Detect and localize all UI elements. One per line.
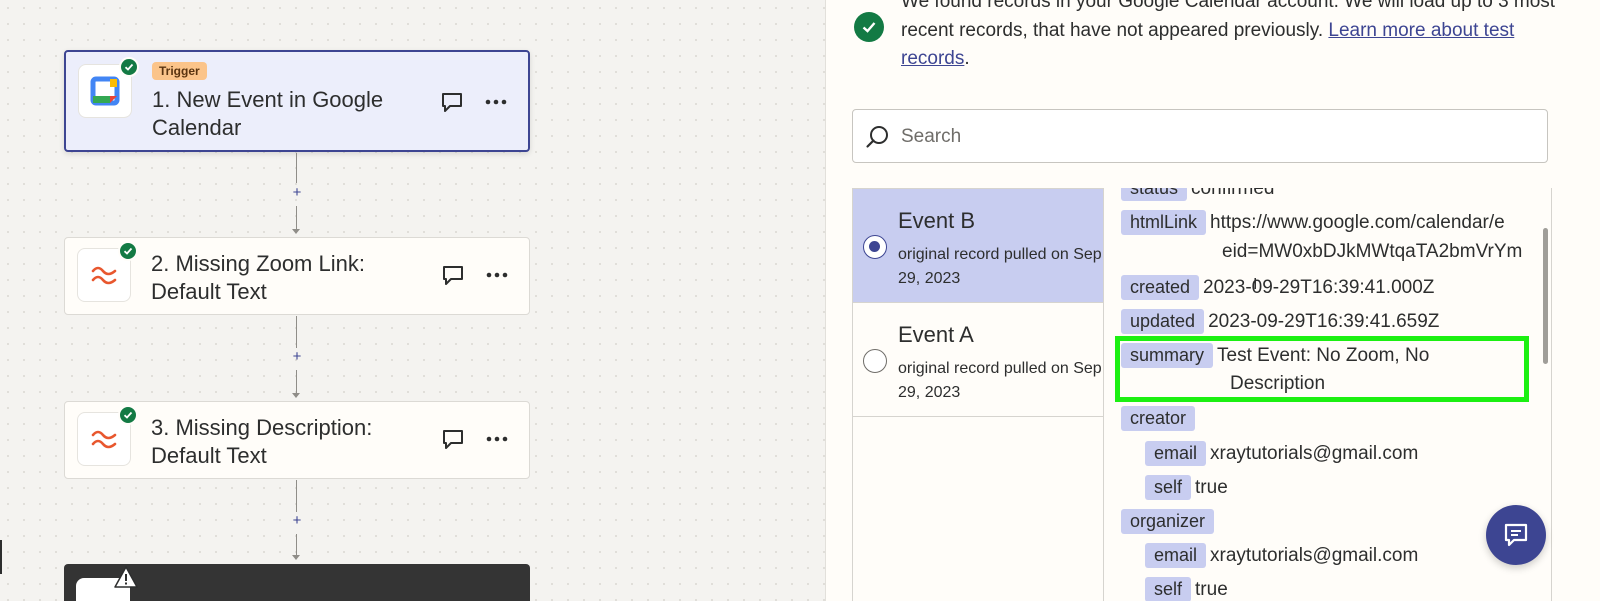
comment-icon[interactable] — [438, 88, 466, 116]
field-organizer-email: email xraytutorials@gmail.com — [1145, 543, 1418, 568]
record-name: Event A — [898, 322, 974, 347]
field-htmllink-continued: eid=MW0xbDJkMWtqaTA2bmVrYm — [1222, 241, 1522, 263]
field-htmllink: htmlLink https://www.google.com/calendar/… — [1121, 210, 1505, 235]
comment-icon[interactable] — [439, 261, 467, 289]
step-complete-check-icon — [118, 405, 138, 425]
field-value: 2023-09-29T16:39:41.659Z — [1208, 311, 1440, 332]
success-check-icon — [854, 12, 884, 42]
more-options-icon[interactable] — [482, 88, 510, 116]
add-step-button[interactable]: + — [289, 512, 305, 529]
step-title: 3. Missing Description: Default Text — [151, 415, 373, 468]
step-connector — [296, 534, 297, 556]
step-title: 1. New Event in Google Calendar — [152, 87, 384, 140]
field-key: updated — [1121, 309, 1205, 334]
search-input[interactable] — [901, 122, 1521, 152]
formatter-app-icon — [77, 241, 138, 302]
field-organizer-self: self true — [1145, 577, 1228, 601]
formatter-app-icon — [77, 405, 138, 466]
field-value: Test Event: No Zoom, No — [1217, 345, 1430, 366]
record-details[interactable]: status confirmed htmlLink https://www.goog… — [1103, 188, 1552, 601]
field-creator-self: self true — [1145, 475, 1228, 500]
step-connector — [296, 153, 297, 183]
step-connector — [296, 370, 297, 394]
connector-arrow-icon — [292, 229, 300, 234]
record-subtitle: original record pulled on Sep 29, 2023 — [898, 246, 1102, 287]
field-key: email — [1145, 441, 1207, 466]
field-key: email — [1145, 543, 1207, 568]
step-connector — [296, 480, 297, 512]
field-key: self — [1145, 475, 1192, 500]
records-found-notice: We found records in your Google Calendar… — [901, 0, 1561, 74]
field-key: status — [1121, 188, 1188, 201]
field-value: Description — [1230, 373, 1326, 394]
google-calendar-app-icon — [78, 57, 139, 118]
field-summary-continued: Description — [1230, 373, 1325, 395]
add-step-button[interactable]: + — [289, 348, 305, 365]
scrollbar-thumb[interactable] — [1543, 228, 1548, 364]
field-value: true — [1195, 477, 1228, 498]
step-2-card[interactable]: 2. Missing Zoom Link: Default Text — [64, 237, 530, 315]
records-list: Event B original record pulled on Sep 29… — [852, 188, 1104, 601]
search-box — [852, 109, 1548, 163]
formatter-icon — [91, 430, 117, 449]
warning-icon — [114, 566, 138, 593]
connector-arrow-icon — [292, 555, 300, 560]
step-complete-check-icon — [118, 241, 138, 261]
comment-icon[interactable] — [439, 425, 467, 453]
field-value: true — [1195, 579, 1228, 600]
step-title: 2. Missing Zoom Link: Default Text — [151, 251, 365, 304]
field-key: htmlLink — [1121, 210, 1207, 235]
search-icon — [865, 124, 891, 155]
field-value: xraytutorials@gmail.com — [1210, 545, 1419, 566]
record-subtitle: original record pulled on Sep 29, 2023 — [898, 360, 1102, 401]
more-options-icon[interactable] — [483, 425, 511, 453]
test-records-panel: We found records in your Google Calendar… — [825, 0, 1600, 601]
field-key: organizer — [1121, 509, 1215, 534]
add-step-button[interactable]: + — [289, 184, 305, 201]
connector-arrow-icon — [292, 393, 300, 398]
record-name: Event B — [898, 208, 976, 233]
field-value: https://www.google.com/calendar/e — [1210, 212, 1505, 233]
step-1-card[interactable]: Trigger 1. New Event in Google Calendar — [64, 50, 530, 152]
field-key: self — [1145, 577, 1192, 601]
field-created: created 2023-09-29T16:39:41.000Z — [1121, 275, 1434, 300]
step-3-card[interactable]: 3. Missing Description: Default Text — [64, 401, 530, 479]
field-key: created — [1121, 275, 1200, 300]
chat-support-button[interactable] — [1486, 505, 1546, 565]
record-radio[interactable] — [863, 349, 887, 373]
text-cursor-icon: I — [1253, 276, 1258, 293]
google-calendar-icon — [90, 76, 120, 106]
step-connector — [296, 206, 297, 230]
record-radio-selected[interactable] — [863, 235, 887, 259]
field-updated: updated 2023-09-29T16:39:41.659Z — [1121, 309, 1439, 334]
field-value: confirmed — [1191, 188, 1275, 199]
step-complete-check-icon — [119, 57, 139, 77]
record-item-event-a[interactable]: Event A original record pulled on Sep 29… — [853, 303, 1104, 417]
trigger-badge: Trigger — [152, 62, 207, 80]
field-status: status confirmed — [1121, 188, 1274, 201]
workflow-canvas[interactable]: Trigger 1. New Event in Google Calendar … — [0, 0, 825, 601]
formatter-icon — [91, 266, 117, 285]
notice-text-end: . — [964, 48, 970, 69]
step-4-card[interactable] — [64, 564, 530, 601]
field-key: summary — [1121, 343, 1214, 368]
field-creator: creator — [1121, 406, 1199, 431]
field-organizer: organizer — [1121, 509, 1218, 534]
step-connector — [296, 316, 297, 348]
field-value: xraytutorials@gmail.com — [1210, 443, 1419, 464]
field-value: 2023-09-29T16:39:41.000Z — [1203, 277, 1435, 298]
field-creator-email: email xraytutorials@gmail.com — [1145, 441, 1418, 466]
more-options-icon[interactable] — [483, 261, 511, 289]
chat-icon — [1504, 523, 1528, 547]
record-item-event-b[interactable]: Event B original record pulled on Sep 29… — [853, 189, 1104, 303]
canvas-edge-marker — [0, 540, 2, 574]
field-summary: summary Test Event: No Zoom, No — [1121, 343, 1429, 368]
field-key: creator — [1121, 406, 1196, 431]
field-value: eid=MW0xbDJkMWtqaTA2bmVrYm — [1222, 241, 1523, 262]
